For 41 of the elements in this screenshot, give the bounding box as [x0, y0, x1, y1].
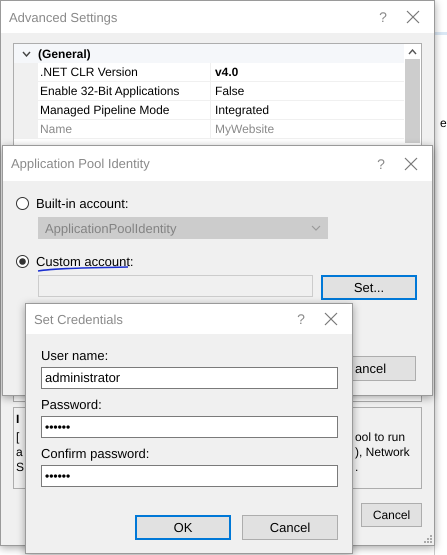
- password-field[interactable]: ••••••: [41, 465, 338, 487]
- description-text: S: [16, 460, 24, 475]
- description-text: ), Network: [355, 445, 411, 460]
- property-value: False: [211, 82, 404, 101]
- window-title: Advanced Settings: [8, 10, 118, 24]
- field-label: Password:: [41, 397, 103, 413]
- radio-label[interactable]: Custom account:: [36, 254, 134, 268]
- close-icon[interactable]: [324, 312, 338, 326]
- scrollbar-thumb[interactable]: [405, 59, 420, 143]
- field-label: User name:: [41, 348, 110, 364]
- description-text: a: [16, 445, 24, 460]
- cancel-button[interactable]: Cancel: [361, 503, 422, 527]
- description-text: [: [16, 430, 20, 445]
- cancel-button[interactable]: ancel: [352, 356, 416, 381]
- close-icon[interactable]: [404, 156, 418, 170]
- window-title: Set Credentials: [33, 312, 124, 326]
- description-text: .: [355, 460, 360, 475]
- collapse-caret-icon[interactable]: [22, 50, 30, 56]
- property-value: Integrated: [211, 101, 404, 120]
- window-title: Application Pool Identity: [10, 156, 151, 171]
- account-field[interactable]: [38, 275, 313, 297]
- description-text: ool to run: [355, 430, 406, 445]
- field-label: Confirm password:: [41, 446, 150, 462]
- property-name: Enable 32-Bit Applications: [38, 82, 211, 101]
- scroll-up-icon[interactable]: [408, 49, 417, 55]
- property-value: v4.0: [211, 63, 404, 82]
- description-text: I: [16, 412, 20, 427]
- category-label: (General): [38, 46, 91, 60]
- close-icon[interactable]: [406, 10, 420, 24]
- property-name: Managed Pipeline Mode: [38, 101, 211, 120]
- property-name: Name: [38, 120, 211, 139]
- resize-grip-icon[interactable]: [422, 533, 432, 543]
- radio-button[interactable]: [16, 254, 29, 268]
- cancel-button[interactable]: Cancel: [242, 515, 338, 540]
- set-button[interactable]: Set...: [321, 275, 417, 300]
- property-value: MyWebsite: [211, 120, 404, 139]
- background-text: e: [440, 116, 447, 130]
- password-field[interactable]: ••••••: [41, 416, 338, 438]
- property-name: .NET CLR Version: [38, 63, 211, 82]
- user-name-field[interactable]: administrator: [41, 367, 338, 389]
- ok-button[interactable]: OK: [135, 515, 231, 540]
